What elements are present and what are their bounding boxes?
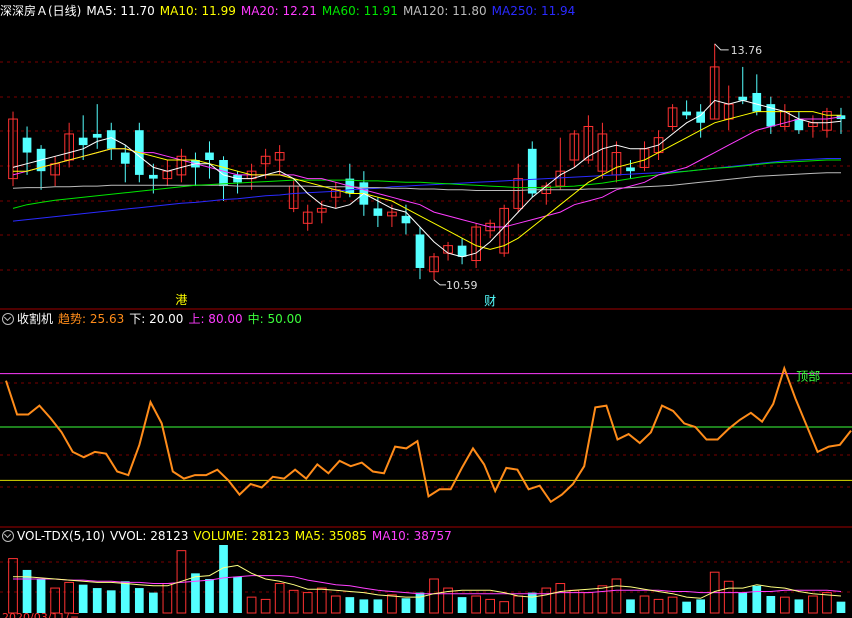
volume-bar-down xyxy=(626,599,635,613)
volume-bar-up xyxy=(653,598,664,614)
volume-bar-down xyxy=(752,585,762,613)
low-price-label: 10.59 xyxy=(446,279,478,292)
volume-bar-down xyxy=(415,592,425,613)
volume-bar-down xyxy=(766,596,776,613)
candle-body-down xyxy=(148,174,158,179)
volume-bar-down xyxy=(92,588,102,613)
volume-bar-down xyxy=(696,599,706,613)
volume-bar-down xyxy=(205,579,214,613)
volume-bar-up xyxy=(822,592,832,614)
candle-body-down xyxy=(527,148,537,194)
volume-bar-down xyxy=(401,598,411,613)
high-price-label: 13.76 xyxy=(731,44,763,57)
volume-bar-down xyxy=(78,584,88,613)
volume-bar-up xyxy=(64,581,75,614)
volume-bar-up xyxy=(611,578,622,614)
volume-bar-up xyxy=(274,583,285,614)
volume-bar-up xyxy=(471,595,481,614)
volume-bar-up xyxy=(429,578,439,614)
volume-bar-up xyxy=(583,592,594,614)
volume-bar-up xyxy=(639,595,650,614)
ma120-line xyxy=(12,172,841,191)
volume-bar-down xyxy=(134,588,144,613)
volume-bar-down xyxy=(527,592,537,613)
volume-bar-down xyxy=(682,601,691,613)
volume-bar-up xyxy=(330,595,341,614)
volume-bar-down xyxy=(148,592,158,613)
volume-bar-up xyxy=(513,595,524,614)
stock-chart[interactable]: 13.76 10.59 港 财顶部 2020/03/11/三 xyxy=(0,0,852,618)
candle-body-down xyxy=(120,152,130,164)
candle-body-down xyxy=(794,119,804,131)
candle-body-down xyxy=(682,111,691,116)
candle-body-down xyxy=(626,167,635,172)
volume-bar-up xyxy=(555,583,566,614)
volume-bar-down xyxy=(373,599,383,613)
volume-bar-up xyxy=(779,596,790,614)
volume-bar-down xyxy=(345,597,355,613)
volume-bar-down xyxy=(359,599,369,613)
volume-bar-down xyxy=(219,545,228,613)
volume-bar-up xyxy=(246,596,257,614)
volume-bar-down xyxy=(457,597,467,613)
candle-body-down xyxy=(752,92,762,112)
volume-bar-up xyxy=(499,601,510,614)
volume-bar-down xyxy=(191,573,200,613)
volume-bar-down xyxy=(106,590,116,613)
candle-body-down xyxy=(401,215,411,224)
volume-bar-up xyxy=(808,595,818,614)
volume-bar-down xyxy=(120,581,130,613)
candle-body-down xyxy=(78,137,88,146)
volume-bar-down xyxy=(233,576,242,613)
candle-body-down xyxy=(92,133,102,138)
volume-bar-up xyxy=(302,592,313,614)
candle-body-down xyxy=(205,152,214,160)
volume-bar-up xyxy=(667,596,678,614)
date-label: 2020/03/11/三 xyxy=(2,611,80,618)
volume-bar-up xyxy=(162,583,173,614)
candle-body-down xyxy=(738,96,748,101)
top-signal-label: 顶部 xyxy=(796,368,820,383)
cai-marker: 财 xyxy=(484,294,496,308)
candle-body-down xyxy=(22,137,32,153)
candle-body-down xyxy=(457,245,467,257)
ma5-line xyxy=(12,99,842,258)
volume-bar-up xyxy=(288,589,299,614)
candle-body-down xyxy=(415,234,425,268)
gang-marker: 港 xyxy=(175,293,187,307)
volume-bar-up xyxy=(569,589,580,614)
high-pointer xyxy=(714,43,729,51)
volume-bar-down xyxy=(738,592,748,613)
low-pointer xyxy=(433,279,447,286)
volume-bar-up xyxy=(597,585,608,614)
trend-line xyxy=(5,365,852,504)
volume-bar-up xyxy=(8,558,18,614)
candle-body-down xyxy=(373,208,383,216)
volume-bar-down xyxy=(836,601,846,613)
volume-bar-up xyxy=(260,598,271,614)
volume-bar-down xyxy=(794,599,804,613)
volume-bar-up xyxy=(485,598,496,614)
volume-bar-up xyxy=(387,594,397,614)
volume-bar-up xyxy=(723,580,734,614)
volume-bar-down xyxy=(36,579,46,613)
